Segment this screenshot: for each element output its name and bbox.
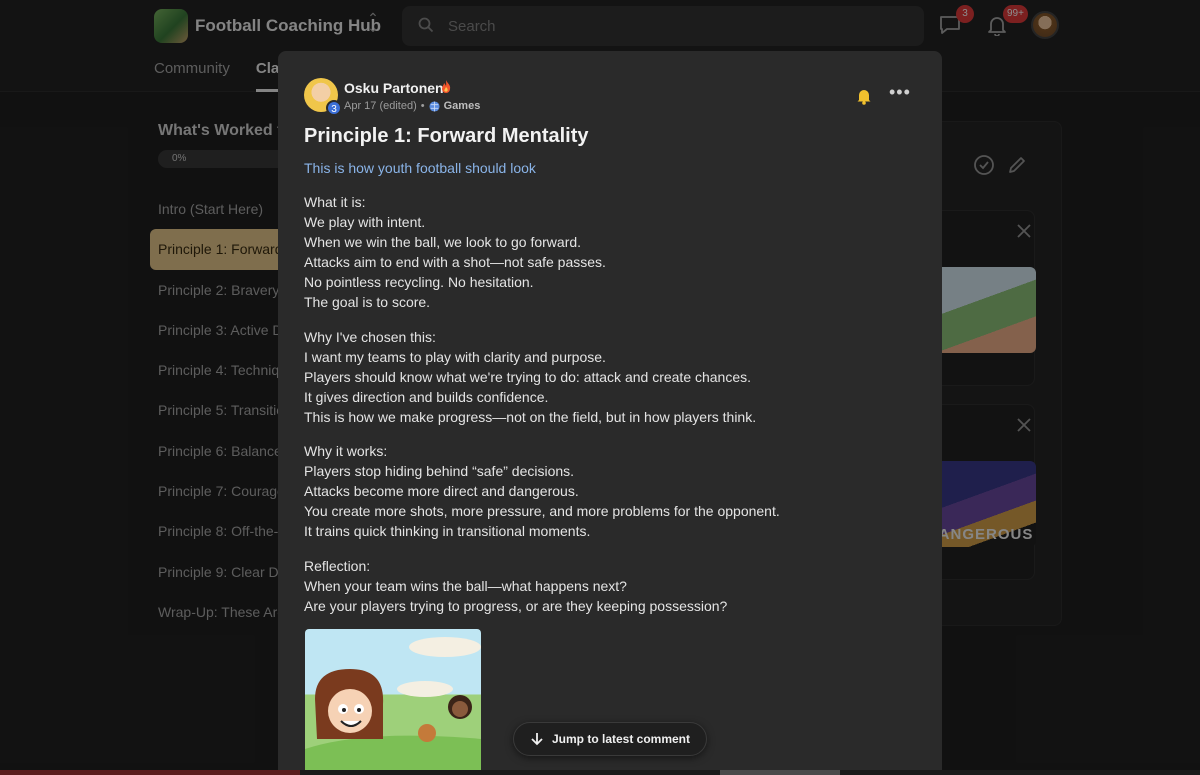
- post-paragraph: Why I've chosen this: I want my teams to…: [304, 327, 904, 427]
- post-line: Attacks aim to end with a shot—not safe …: [304, 254, 606, 271]
- author-name[interactable]: Osku Partonen: [344, 80, 444, 96]
- post-line: Reflection:: [304, 557, 371, 574]
- bell-icon[interactable]: [856, 87, 872, 105]
- post-line: You create more shots, more pressure, an…: [304, 503, 780, 520]
- post-line: It trains quick thinking in transitional…: [304, 523, 591, 540]
- post-paragraph: Why it works: Players stop hiding behind…: [304, 441, 904, 541]
- post-paragraph: Reflection: When your team wins the ball…: [304, 556, 904, 616]
- post-line: It gives direction and builds confidence…: [304, 388, 549, 405]
- post-line: What it is:: [304, 194, 366, 210]
- post-line: Why it works:: [304, 443, 388, 460]
- fire-icon: [442, 80, 451, 93]
- post-line: Players should know what we're trying to…: [304, 368, 752, 385]
- post-line: This is how we make progress—not on the …: [304, 408, 757, 425]
- post-line: No pointless recycling. No hesitation.: [304, 274, 534, 291]
- bottom-edge: [0, 770, 1200, 775]
- cartoon-image: [305, 637, 481, 775]
- post-line: The goal is to score.: [304, 294, 431, 311]
- post-category[interactable]: Games: [444, 100, 481, 112]
- arrow-down-icon: [531, 733, 543, 746]
- post-line: We play with intent.: [304, 214, 426, 231]
- jump-button-label: Jump to latest comment: [551, 732, 691, 746]
- post-line: Attacks become more direct and dangerous…: [304, 483, 579, 500]
- post-line: Players stop hiding behind “safe” decisi…: [304, 463, 575, 480]
- meta-separator: •: [420, 100, 425, 112]
- post-line: I want my teams to play with clarity and…: [304, 348, 606, 365]
- post-modal: 3 Osku Partonen Apr 17 (edited) • Games …: [278, 51, 942, 775]
- post-line: Are your players trying to progress, or …: [304, 597, 728, 614]
- post-line: When we win the ball, we look to go forw…: [304, 234, 582, 251]
- post-body: What it is: We play with intent. When we…: [304, 192, 904, 630]
- author-level-badge: 3: [326, 100, 342, 116]
- post-title: Principle 1: Forward Mentality: [304, 125, 589, 147]
- jump-to-latest-comment-button[interactable]: Jump to latest comment: [513, 722, 707, 756]
- post-link[interactable]: This is how youth football should look: [304, 160, 536, 176]
- post-image[interactable]: [305, 629, 481, 775]
- post-line: Why I've chosen this:: [304, 328, 436, 345]
- post-line: When your team wins the ball—what happen…: [304, 577, 627, 594]
- more-options-icon[interactable]: •••: [889, 83, 910, 105]
- post-paragraph: What it is: We play with intent. When we…: [304, 192, 904, 313]
- post-date: Apr 17 (edited): [344, 100, 417, 112]
- category-icon: [429, 100, 440, 112]
- post-meta: Apr 17 (edited) • Games: [344, 100, 480, 112]
